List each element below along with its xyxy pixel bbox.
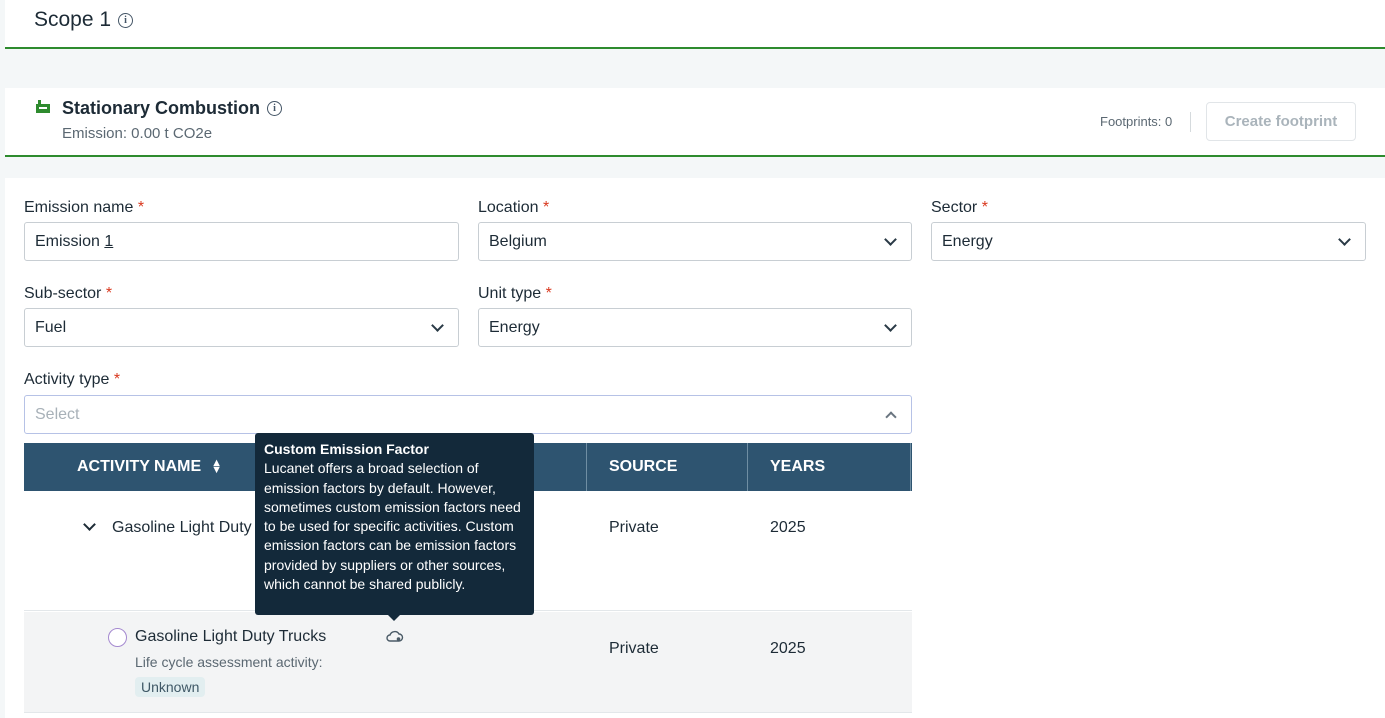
section-title-wrap: Stationary Combustion i [62,98,283,119]
chevron-down-icon [431,319,444,332]
column-header-label: ACTIVITY NAME [77,458,202,475]
tooltip-arrow [387,614,401,621]
unit-type-label: Unit type * [478,285,552,303]
source-cell: Private [609,640,659,657]
activity-type-select[interactable]: Select [24,395,912,434]
unit-type-label-text: Unit type [478,285,542,302]
years-cell: 2025 [770,640,806,657]
sub-sector-value: Fuel [35,318,67,336]
unit-type-value: Energy [489,318,540,336]
lca-label: Life cycle assessment activity: [135,654,323,670]
required-mark: * [105,285,113,302]
chevron-down-icon [884,319,897,332]
column-header-years[interactable]: YEARS [770,443,825,491]
sector-select[interactable]: Energy [931,222,1366,261]
column-header-source[interactable]: SOURCE [609,443,677,491]
required-mark: * [981,199,988,216]
sector-value: Energy [942,232,993,250]
required-mark: * [542,199,550,216]
emission-name-value-number: 1 [104,232,114,250]
column-divider [586,443,587,491]
scope-header: Scope 1 i [5,0,1385,49]
info-icon[interactable]: i [267,101,283,116]
footprints-count: Footprints: 0 [1100,114,1173,129]
factory-icon [36,100,50,113]
sort-icon[interactable]: ▲ ▼ [211,458,222,476]
required-mark: * [113,371,121,388]
create-footprint-button[interactable]: Create footprint [1206,102,1356,141]
column-divider [747,443,748,491]
unit-type-select[interactable]: Energy [478,308,912,347]
chevron-up-icon [885,411,897,423]
emission-name-value: Emission 1 [35,233,113,251]
info-icon[interactable]: i [118,12,134,28]
activity-type-placeholder: Select [35,405,80,423]
cloud-gear-icon[interactable] [386,629,404,643]
sub-sector-label: Sub-sector * [24,285,112,303]
lca-badge: Unknown [135,677,206,697]
required-mark: * [137,199,145,216]
sector-label-text: Sector [931,199,978,216]
sub-sector-select[interactable]: Fuel [24,308,459,347]
scope-title: Scope 1 [34,8,112,31]
sector-label: Sector * [931,199,988,217]
years-cell: 2025 [770,519,806,536]
chevron-down-icon [884,233,897,246]
activity-type-label: Activity type * [24,371,120,389]
required-mark: * [545,285,552,302]
emission-name-label-text: Emission name [24,199,134,216]
emission-summary: Emission: 0.00 t CO2e [62,125,213,142]
stationary-combustion-card: Stationary Combustion i Emission: 0.00 t… [5,88,1385,157]
custom-emission-factor-tooltip: Custom Emission Factor Lucanet offers a … [255,433,534,615]
scope-title-wrap: Scope 1 i [34,8,134,32]
source-cell: Private [609,519,659,536]
tooltip-body: Lucanet offers a broad selection of emis… [264,460,521,593]
location-label: Location * [478,199,549,217]
emission-name-input[interactable]: Emission 1 [24,222,459,261]
chevron-down-icon [1338,233,1351,246]
column-divider [910,443,911,491]
section-title: Stationary Combustion [62,98,261,118]
activity-name: Gasoline Light Duty Trucks [135,628,327,645]
tooltip-title: Custom Emission Factor [264,441,429,457]
column-header-activity-name[interactable]: ACTIVITY NAME ▲ ▼ [77,443,222,491]
activity-type-label-text: Activity type [24,371,110,388]
emission-name-value-text: Emission [35,232,105,250]
activity-name: Gasoline Light Duty [112,519,252,536]
select-radio[interactable] [108,628,127,647]
location-select[interactable]: Belgium [478,222,912,261]
location-label-text: Location [478,199,539,216]
location-value: Belgium [489,232,547,250]
table-row[interactable]: Gasoline Light Duty Trucks Life cycle as… [24,612,912,713]
divider [1190,112,1191,132]
emission-name-label: Emission name * [24,199,144,217]
emission-form: Emission name * Emission 1 Location * Be… [5,178,1385,718]
chevron-down-icon[interactable] [83,518,96,531]
sub-sector-label-text: Sub-sector [24,285,102,302]
